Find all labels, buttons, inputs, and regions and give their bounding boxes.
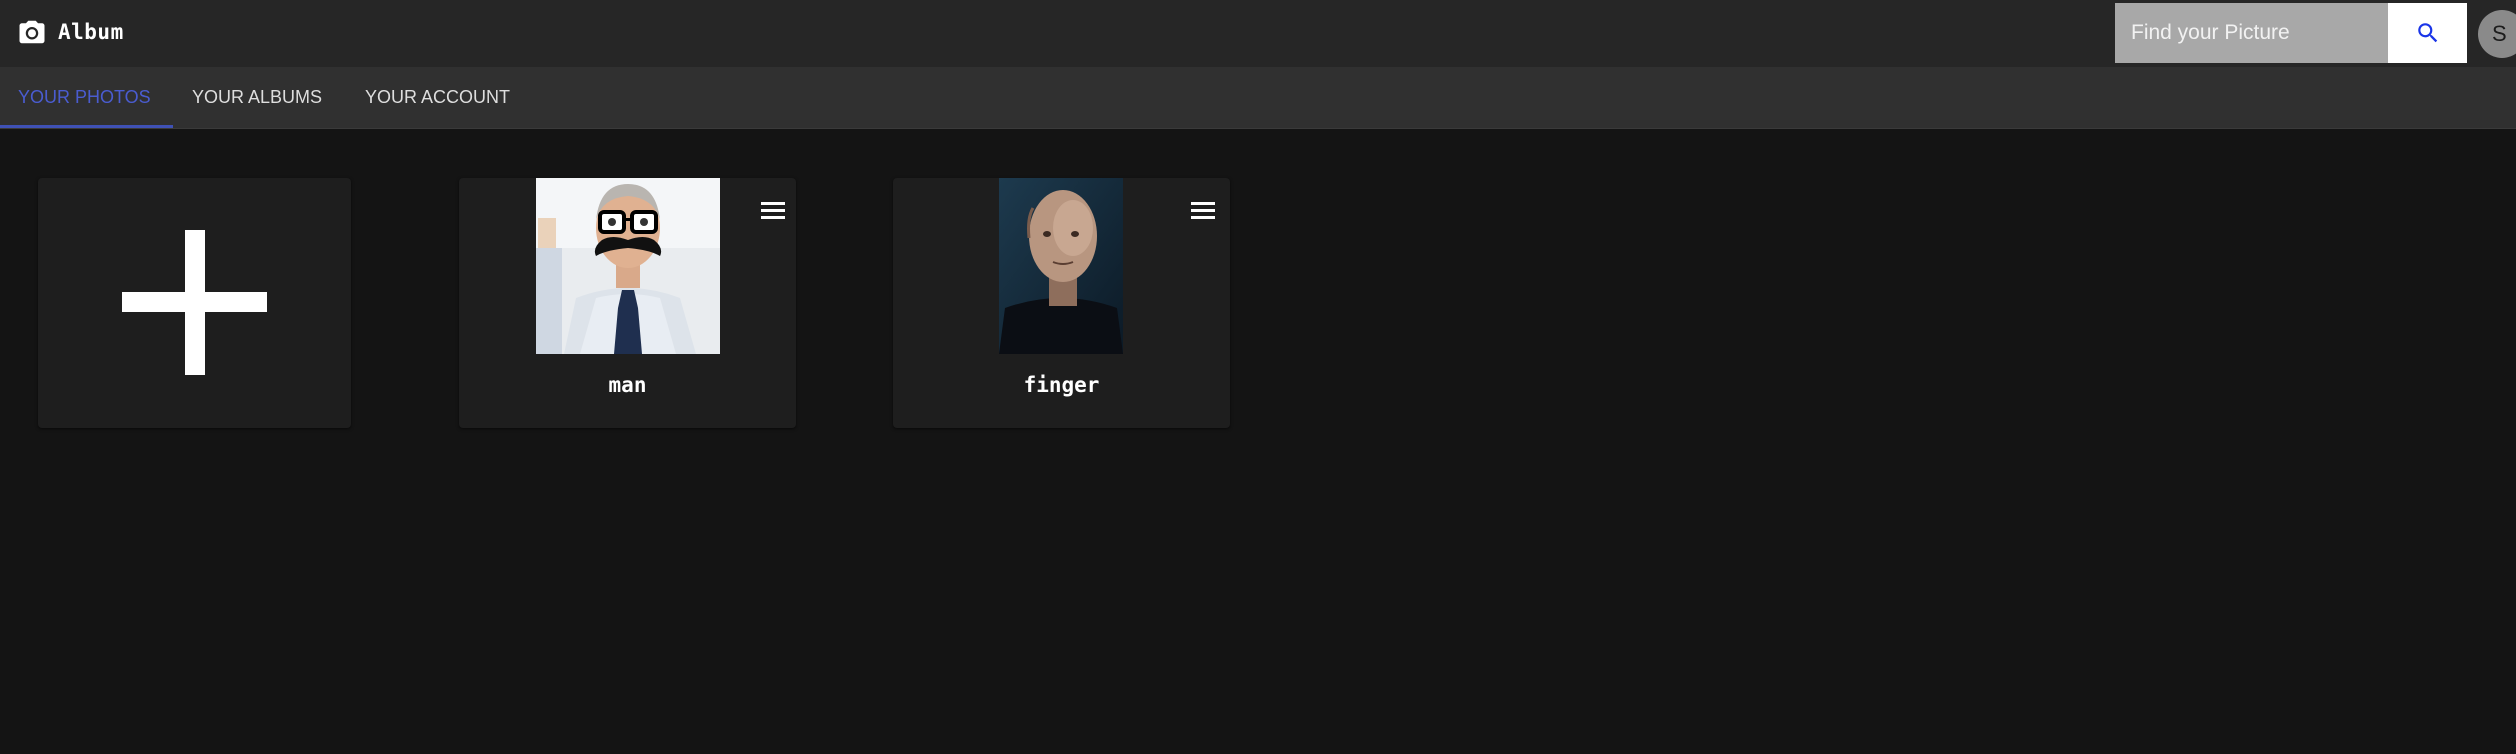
search-bar bbox=[2115, 3, 2467, 63]
tab-your-albums[interactable]: YOUR ALBUMS bbox=[192, 67, 322, 128]
search-button[interactable] bbox=[2388, 3, 2467, 63]
brand[interactable]: Album bbox=[17, 17, 124, 47]
photo-card[interactable]: finger bbox=[893, 178, 1230, 428]
hamburger-menu-icon[interactable] bbox=[761, 200, 785, 220]
add-photo-card[interactable] bbox=[38, 178, 351, 428]
photo-thumbnail[interactable] bbox=[536, 178, 720, 354]
user-avatar[interactable]: S bbox=[2478, 10, 2516, 58]
top-app-bar: Album S bbox=[0, 0, 2516, 67]
tab-bar: YOUR PHOTOS YOUR ALBUMS YOUR ACCOUNT bbox=[0, 67, 2516, 129]
photo-card[interactable]: man bbox=[459, 178, 796, 428]
camera-icon bbox=[19, 20, 45, 44]
tab-your-photos[interactable]: YOUR PHOTOS bbox=[18, 67, 151, 128]
hamburger-menu-icon[interactable] bbox=[1191, 200, 1215, 220]
search-icon bbox=[2417, 23, 2437, 43]
app-title: Album bbox=[58, 20, 124, 44]
photo-title: finger bbox=[1023, 373, 1100, 397]
photo-thumbnail[interactable] bbox=[999, 178, 1123, 354]
search-input[interactable] bbox=[2115, 3, 2388, 63]
tab-your-account[interactable]: YOUR ACCOUNT bbox=[365, 67, 510, 128]
active-tab-indicator bbox=[0, 125, 173, 128]
photo-title: man bbox=[608, 373, 647, 397]
